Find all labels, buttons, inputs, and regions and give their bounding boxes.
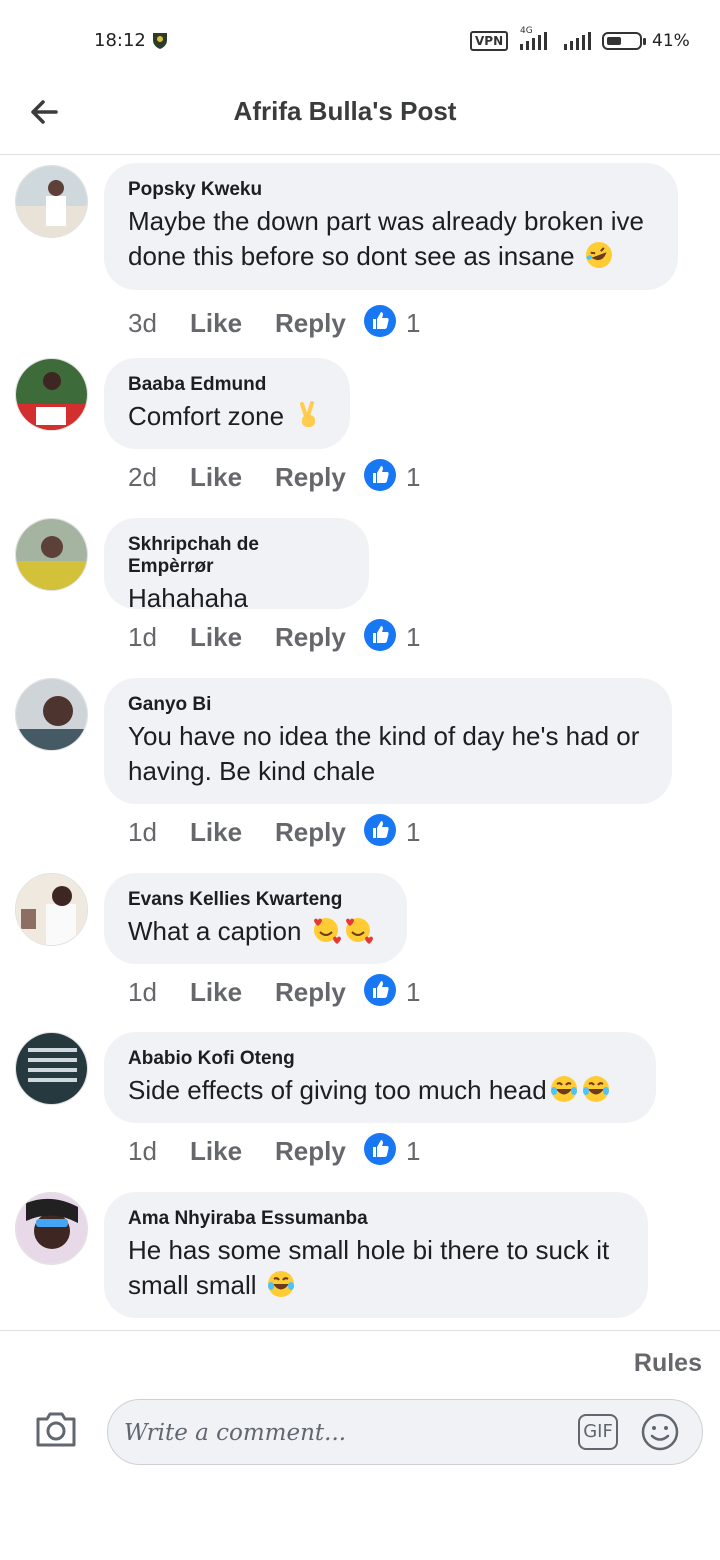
avatar[interactable] [15,358,88,431]
comment-text: You have no idea the kind of day he's ha… [128,719,648,789]
like-reaction-icon[interactable] [363,618,397,652]
like-reaction-icon[interactable] [363,813,397,847]
reply-button[interactable]: Reply [275,622,346,653]
like-button[interactable]: Like [190,1136,242,1167]
comment-text-content: Side effects of giving too much head [128,1075,547,1105]
comment-author[interactable]: Baaba Edmund [128,374,326,396]
reply-button[interactable]: Reply [275,308,346,339]
gif-button[interactable]: GIF [578,1414,618,1450]
avatar[interactable] [15,1192,88,1265]
comment-text-content: Hahahaha [128,583,248,613]
comment-actions: 2d Like Reply 1 [128,459,528,498]
smiling-face-with-hearts-emoji-icon [313,918,341,944]
like-button[interactable]: Like [190,308,242,339]
like-button[interactable]: Like [190,817,242,848]
comment-time: 1d [128,1136,157,1166]
tears-of-joy-emoji-icon [267,1271,294,1297]
status-time: 18:12 [94,30,146,51]
avatar[interactable] [15,165,88,238]
reaction-count: 1 [406,308,421,338]
comment-author[interactable]: Popsky Kweku [128,179,654,201]
comment-time: 1d [128,977,157,1007]
comment-bubble: Ama Nhyiraba Essumanba He has some small… [104,1192,648,1318]
comment-composer: Rules GIF [0,1330,720,1560]
comment-list: Popsky Kweku Maybe the down part was alr… [0,156,720,1330]
comment-author[interactable]: Skhripchah de Empèrrør [128,534,345,578]
comment-text: What a caption [128,914,383,949]
battery-icon [602,32,646,50]
tears-of-joy-emoji-icon [582,1076,609,1102]
comment-text-content: Maybe the down part was already broken i… [128,206,644,271]
comment-text-content: You have no idea the kind of day he's ha… [128,721,640,786]
rules-link[interactable]: Rules [634,1349,702,1378]
comment-text: Side effects of giving too much head [128,1073,632,1108]
app-notification-icon [153,33,167,49]
like-reaction-icon[interactable] [363,458,397,492]
comment-text: He has some small hole bi there to suck … [128,1233,624,1303]
comment-bubble: Popsky Kweku Maybe the down part was alr… [104,163,678,290]
like-reaction-icon[interactable] [363,304,397,338]
reaction-count: 1 [406,462,421,492]
comment-time: 2d [128,462,157,492]
comment-bubble: Baaba Edmund Comfort zone [104,358,350,449]
comment-time: 3d [128,308,157,338]
camera-icon[interactable] [34,1409,78,1449]
battery-percent: 41% [652,31,690,51]
reply-button[interactable]: Reply [275,462,346,493]
comment-author[interactable]: Ama Nhyiraba Essumanba [128,1208,624,1230]
reaction-count: 1 [406,1136,421,1166]
reaction-count: 1 [406,817,421,847]
like-button[interactable]: Like [190,462,242,493]
reply-button[interactable]: Reply [275,977,346,1008]
comment-bubble: Ababio Kofi Oteng Side effects of giving… [104,1032,656,1123]
reply-button[interactable]: Reply [275,1136,346,1167]
like-reaction-icon[interactable] [363,973,397,1007]
vpn-badge: VPN [470,31,509,51]
comment-time: 1d [128,622,157,652]
signal-strength-icon [520,32,547,50]
like-button[interactable]: Like [190,622,242,653]
status-bar: 18:12 VPN 4G 41% [0,0,720,80]
tears-of-joy-emoji-icon [550,1076,577,1102]
comment-text-content: Comfort zone [128,401,285,431]
reply-button[interactable]: Reply [275,817,346,848]
comment-text: Maybe the down part was already broken i… [128,204,654,274]
comment-input[interactable] [122,1412,556,1454]
avatar[interactable] [15,1032,88,1105]
comment-actions: 1d Like Reply 1 [128,974,528,1013]
comment-bubble: Skhripchah de Empèrrør Hahahaha [104,518,369,613]
comment-bubble: Ganyo Bi You have no idea the kind of da… [104,678,672,804]
comment-input-container: GIF [107,1399,703,1465]
comment-actions: 1d Like Reply 1 [128,814,528,853]
comment-actions: 3d Like Reply 1 [128,305,528,344]
comment-text-content: What a caption [128,916,302,946]
page-title: Afrifa Bulla's Post [233,96,457,126]
like-button[interactable]: Like [190,977,242,1008]
emoji-picker-icon[interactable] [640,1412,680,1452]
comment-text: Comfort zone [128,399,326,434]
comment-author[interactable]: Evans Kellies Kwarteng [128,889,383,911]
like-reaction-icon[interactable] [363,1132,397,1166]
comment-actions: 1d Like Reply 1 [128,619,528,658]
comment-text: Hahahaha [128,581,345,616]
reaction-count: 1 [406,622,421,652]
avatar[interactable] [15,678,88,751]
smiling-face-with-hearts-emoji-icon [345,918,373,944]
comment-author[interactable]: Ganyo Bi [128,694,648,716]
rofl-emoji-icon [585,242,612,268]
comment-time: 1d [128,817,157,847]
comment-actions: 1d Like Reply 1 [128,1133,528,1172]
signal-strength-icon-2 [564,32,591,50]
reaction-count: 1 [406,977,421,1007]
victory-hand-emoji-icon [300,401,316,427]
comment-bubble: Evans Kellies Kwarteng What a caption [104,873,407,964]
comment-author[interactable]: Ababio Kofi Oteng [128,1048,632,1070]
avatar[interactable] [15,518,88,591]
status-indicators: VPN 4G 41% [470,26,690,54]
avatar[interactable] [15,873,88,946]
comment-text-content: He has some small hole bi there to suck … [128,1235,610,1300]
post-header: Afrifa Bulla's Post [0,80,720,155]
